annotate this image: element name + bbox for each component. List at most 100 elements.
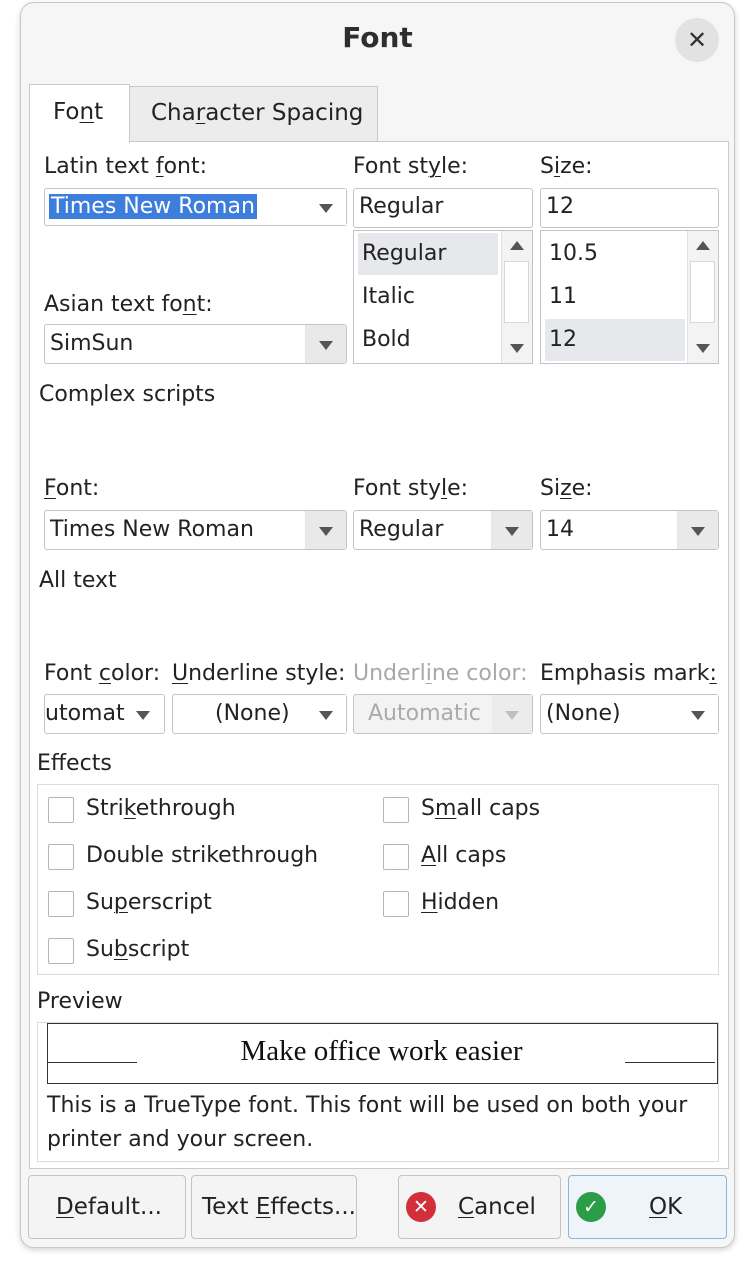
emphasis-mark-combo[interactable]: (None) <box>540 694 719 734</box>
chevron-down-icon[interactable] <box>128 695 164 733</box>
list-item[interactable]: 12 <box>545 319 685 361</box>
chevron-down-icon[interactable] <box>491 511 532 549</box>
subscript-checkbox[interactable] <box>48 938 74 964</box>
size-list[interactable]: 10.5 11 12 <box>540 230 719 364</box>
font-style-label: Font style: <box>353 154 469 179</box>
text-effects-button-label: Text Effects... <box>202 1194 356 1220</box>
latin-font-label: Latin text font: <box>44 154 208 179</box>
underline-style-label: Underline style: <box>172 661 346 686</box>
effects-heading: Effects <box>37 751 112 776</box>
font-color-label: Font color: <box>44 661 161 686</box>
asian-font-value: SimSun <box>50 331 134 356</box>
font-tab-panel: Latin text font: Times New Roman Font st… <box>29 141 729 1169</box>
dialog-title: Font <box>342 21 413 54</box>
default-button[interactable]: Default... <box>28 1175 186 1239</box>
underline-style-combo[interactable]: (None) <box>172 694 347 734</box>
underline-style-value: (None) <box>215 701 290 726</box>
superscript-checkbox[interactable] <box>48 891 74 917</box>
list-item[interactable]: 11 <box>545 276 685 318</box>
tab-font[interactable]: Font <box>29 84 130 143</box>
scroll-down-icon[interactable] <box>696 344 710 353</box>
checkmark-icon: ✓ <box>576 1192 606 1222</box>
font-style-value: Regular <box>359 194 444 219</box>
complex-font-label: Font: <box>44 476 100 501</box>
all-caps-label[interactable]: All caps <box>421 843 506 868</box>
scroll-thumb[interactable] <box>504 261 529 323</box>
hidden-label[interactable]: Hidden <box>421 890 499 915</box>
font-color-combo[interactable]: utomat <box>44 694 165 734</box>
scroll-thumb[interactable] <box>690 261 715 323</box>
chevron-down-icon[interactable] <box>305 511 346 549</box>
close-icon[interactable]: ✕ <box>675 18 719 62</box>
list-item[interactable]: Bold <box>358 319 498 361</box>
list-item[interactable]: 10.5 <box>545 233 685 275</box>
preview-note-line-1: This is a TrueType font. This font will … <box>47 1093 688 1118</box>
asian-font-combo[interactable]: SimSun <box>44 324 347 364</box>
size-input[interactable]: 12 <box>540 188 719 228</box>
scroll-up-icon[interactable] <box>696 241 710 250</box>
font-style-scrollbar[interactable] <box>501 231 532 363</box>
tab-font-label: Font <box>53 99 104 125</box>
complex-font-combo[interactable]: Times New Roman <box>44 510 347 550</box>
preview-sample-text: Make office work easier <box>240 1035 523 1067</box>
small-caps-label[interactable]: Small caps <box>421 796 540 821</box>
preview-window: Make office work easier <box>47 1023 718 1084</box>
latin-font-value: Times New Roman <box>49 194 257 219</box>
complex-scripts-heading: Complex scripts <box>39 382 216 407</box>
double-strikethrough-checkbox[interactable] <box>48 844 74 870</box>
font-style-list[interactable]: Regular Italic Bold <box>353 230 533 364</box>
default-button-label: Default... <box>56 1194 162 1220</box>
tab-character-spacing-label: Character Spacing <box>151 100 364 126</box>
complex-font-value: Times New Roman <box>50 517 254 542</box>
chevron-down-icon[interactable] <box>678 695 718 733</box>
tab-character-spacing[interactable]: Character Spacing <box>128 86 378 142</box>
complex-style-value: Regular <box>359 517 444 542</box>
strikethrough-label[interactable]: Strikethrough <box>86 796 236 821</box>
size-value: 12 <box>546 194 574 219</box>
preview-note-line-2: printer and your screen. <box>47 1127 314 1152</box>
ok-button[interactable]: ✓ OK <box>568 1175 727 1239</box>
chevron-down-icon[interactable] <box>306 189 346 225</box>
ok-button-label: OK <box>649 1194 683 1220</box>
all-caps-checkbox[interactable] <box>383 844 409 870</box>
complex-size-value: 14 <box>546 517 574 542</box>
complex-style-combo[interactable]: Regular <box>353 510 533 550</box>
preview-heading: Preview <box>37 989 123 1014</box>
latin-font-combo[interactable]: Times New Roman <box>44 188 347 226</box>
chevron-down-icon[interactable] <box>306 695 346 733</box>
font-style-input[interactable]: Regular <box>353 188 533 228</box>
text-effects-button[interactable]: Text Effects... <box>191 1175 357 1239</box>
cancel-button[interactable]: ✕ Cancel <box>398 1175 561 1239</box>
scroll-down-icon[interactable] <box>510 344 524 353</box>
strikethrough-checkbox[interactable] <box>48 797 74 823</box>
chevron-down-icon[interactable] <box>677 511 718 549</box>
title-bar: Font ✕ <box>21 3 734 79</box>
cancel-button-label: Cancel <box>458 1194 536 1220</box>
emphasis-mark-label: Emphasis mark: <box>540 661 717 686</box>
all-text-heading: All text <box>39 568 117 593</box>
small-caps-checkbox[interactable] <box>383 797 409 823</box>
chevron-down-icon[interactable] <box>305 325 346 363</box>
underline-color-combo: Automatic <box>353 694 533 734</box>
emphasis-mark-value: (None) <box>546 701 621 726</box>
hidden-checkbox[interactable] <box>383 891 409 917</box>
underline-color-label: Underline color: <box>353 661 528 686</box>
font-color-value: utomat <box>45 701 125 726</box>
size-label: Size: <box>540 154 593 179</box>
chevron-down-icon <box>492 695 532 733</box>
complex-size-label: Size: <box>540 476 593 501</box>
complex-style-label: Font style: <box>353 476 469 501</box>
scroll-up-icon[interactable] <box>510 241 524 250</box>
effects-frame: Strikethrough Double strikethrough Super… <box>37 784 719 975</box>
list-item[interactable]: Italic <box>358 276 498 318</box>
subscript-label[interactable]: Subscript <box>86 937 189 962</box>
size-scrollbar[interactable] <box>687 231 718 363</box>
underline-color-value: Automatic <box>368 701 481 726</box>
superscript-label[interactable]: Superscript <box>86 890 212 915</box>
double-strikethrough-label[interactable]: Double strikethrough <box>86 843 318 868</box>
list-item[interactable]: Regular <box>358 233 498 275</box>
font-dialog: Font ✕ Font Character Spacing Latin text… <box>20 2 735 1248</box>
complex-size-combo[interactable]: 14 <box>540 510 719 550</box>
asian-font-label: Asian text font: <box>44 292 213 317</box>
cancel-icon: ✕ <box>406 1192 436 1222</box>
